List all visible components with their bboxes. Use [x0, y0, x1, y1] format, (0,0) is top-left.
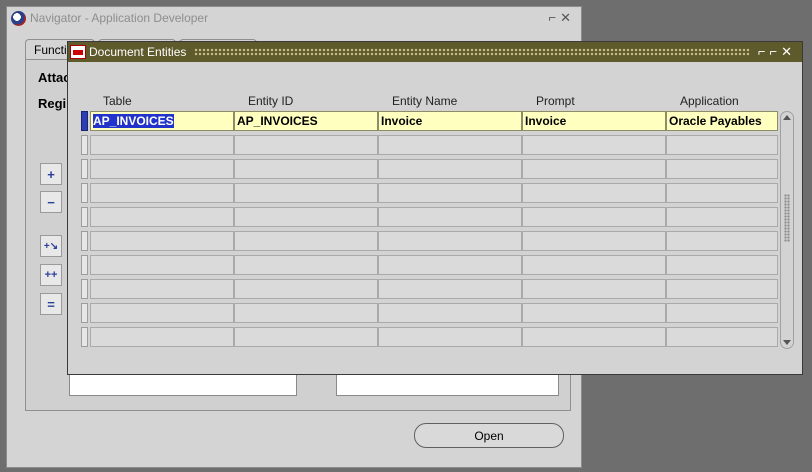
table-cell[interactable] [666, 279, 778, 299]
column-headers: Table Entity ID Entity Name Prompt Appli… [68, 94, 802, 110]
document-entities-title: Document Entities [89, 45, 187, 59]
attachments-label: Attac [38, 70, 71, 85]
navigator-list-left[interactable] [69, 373, 297, 396]
document-entities-titlebar[interactable]: Document Entities ⌐⌐✕ [68, 42, 802, 62]
table-cell[interactable]: Oracle Payables [666, 111, 778, 131]
table-cell[interactable]: Invoice [522, 111, 666, 131]
table-cell[interactable] [666, 135, 778, 155]
remove-icon[interactable]: − [40, 191, 62, 213]
row-selector[interactable] [81, 231, 88, 251]
expand-branch-icon[interactable]: +↘ [40, 235, 62, 257]
row-selector[interactable] [81, 183, 88, 203]
table-cell[interactable] [90, 327, 234, 347]
table-cell[interactable] [90, 255, 234, 275]
table-cell[interactable] [90, 231, 234, 251]
selected-text: AP_INVOICES [93, 114, 174, 128]
table-cell[interactable] [234, 279, 378, 299]
table-cell[interactable] [378, 207, 522, 227]
table-cell[interactable] [522, 159, 666, 179]
table-cell[interactable] [90, 207, 234, 227]
table-cell[interactable] [234, 327, 378, 347]
document-entities-window-controls[interactable]: ⌐⌐✕ [758, 44, 796, 60]
table-cell[interactable] [378, 279, 522, 299]
table-cell[interactable] [90, 183, 234, 203]
row-selector[interactable] [81, 111, 88, 131]
table-cell[interactable]: Invoice [378, 111, 522, 131]
table-cell[interactable] [90, 303, 234, 323]
table-cell[interactable] [522, 231, 666, 251]
scroll-down-icon[interactable] [783, 340, 791, 345]
table-cell[interactable] [522, 327, 666, 347]
row-selector[interactable] [81, 303, 88, 323]
row-selector[interactable] [81, 159, 88, 179]
table-cell[interactable] [378, 327, 522, 347]
table-cell[interactable] [234, 159, 378, 179]
scrollbar-grip [784, 194, 790, 242]
scroll-up-icon[interactable] [783, 115, 791, 120]
table-cell[interactable] [666, 207, 778, 227]
table-cell[interactable] [666, 159, 778, 179]
table-cell[interactable] [378, 159, 522, 179]
row-selector[interactable] [81, 255, 88, 275]
table-cell[interactable] [378, 231, 522, 251]
column-header-application: Application [680, 94, 739, 108]
document-entities-window: Document Entities ⌐⌐✕ Table Entity ID En… [67, 41, 803, 375]
oracle-app-icon [11, 10, 26, 26]
table-cell[interactable] [378, 303, 522, 323]
collapse-all-icon[interactable]: = [40, 293, 62, 315]
table-cell[interactable] [378, 255, 522, 275]
table-cell[interactable] [234, 231, 378, 251]
titlebar-grip [194, 48, 750, 56]
navigator-list-right[interactable] [336, 373, 559, 396]
navigator-title: Navigator - Application Developer [30, 11, 209, 25]
column-header-table: Table [103, 94, 132, 108]
column-header-entity-id: Entity ID [248, 94, 294, 108]
navigator-titlebar[interactable]: Navigator - Application Developer ⌐✕ [7, 7, 581, 29]
table-cell[interactable] [522, 183, 666, 203]
table-cell[interactable] [90, 279, 234, 299]
row-selector[interactable] [81, 279, 88, 299]
vertical-scrollbar[interactable] [780, 111, 794, 349]
column-header-prompt: Prompt [536, 94, 575, 108]
table-cell[interactable] [666, 183, 778, 203]
table-cell[interactable]: AP_INVOICES [90, 111, 234, 131]
table-cell[interactable] [234, 255, 378, 275]
table-cell[interactable] [666, 327, 778, 347]
row-selector[interactable] [81, 327, 88, 347]
table-cell[interactable] [522, 255, 666, 275]
table-cell[interactable] [90, 135, 234, 155]
table-cell[interactable] [378, 183, 522, 203]
expand-all-icon[interactable]: ++ [40, 264, 62, 286]
table-cell[interactable] [234, 135, 378, 155]
table-cell[interactable] [378, 135, 522, 155]
open-button[interactable]: Open [414, 423, 564, 448]
navigator-window-controls[interactable]: ⌐✕ [549, 10, 575, 26]
register-label: Regi [38, 96, 67, 111]
row-selector[interactable] [81, 207, 88, 227]
table-cell[interactable] [234, 303, 378, 323]
table-cell[interactable] [666, 303, 778, 323]
table-cell[interactable] [522, 135, 666, 155]
table-cell[interactable] [522, 279, 666, 299]
table-cell[interactable] [522, 207, 666, 227]
table-cell[interactable] [234, 183, 378, 203]
table-cell[interactable] [666, 231, 778, 251]
table-cell[interactable] [666, 255, 778, 275]
table-cell[interactable] [522, 303, 666, 323]
add-icon[interactable]: + [40, 163, 62, 185]
column-header-entity-name: Entity Name [392, 94, 458, 108]
table-cell[interactable] [234, 207, 378, 227]
row-selector[interactable] [81, 135, 88, 155]
table-cell[interactable]: AP_INVOICES [234, 111, 378, 131]
table-cell[interactable] [90, 159, 234, 179]
oracle-form-icon [70, 45, 86, 59]
